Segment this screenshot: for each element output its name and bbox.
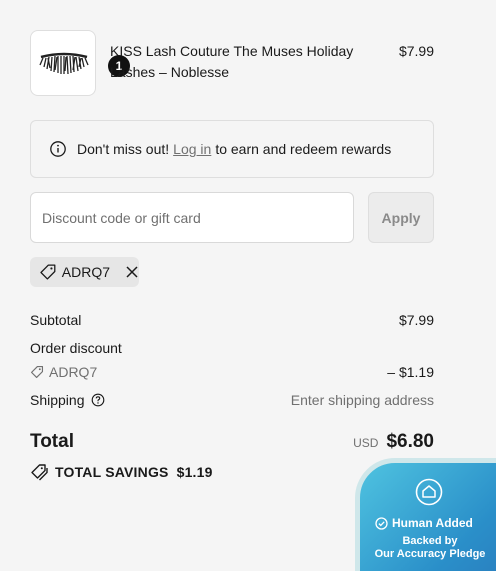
total-label: Total	[30, 431, 74, 452]
login-link[interactable]: Log in	[173, 141, 211, 157]
savings-value: $1.19	[176, 464, 213, 480]
accuracy-pledge-badge[interactable]: Human Added Backed by Our Accuracy Pledg…	[355, 458, 496, 571]
total-row: USD $6.80	[353, 431, 434, 453]
savings-label: TOTAL SAVINGS	[55, 464, 169, 480]
subtotal-label: Subtotal	[30, 312, 82, 328]
shipping-row: Shipping Enter shipping address	[30, 392, 434, 408]
product-name: KISS Lash Couture The Muses Holiday Lash…	[110, 43, 354, 80]
applied-code-label: ADRQ7	[61, 264, 110, 280]
rewards-text-before: Don't miss out!	[77, 141, 170, 157]
check-circle-icon	[375, 516, 388, 530]
house-icon	[415, 478, 443, 506]
tag-icon	[40, 264, 56, 280]
tags-icon	[31, 464, 48, 481]
shipping-label: Shipping	[30, 392, 85, 408]
eyelash-icon	[39, 52, 89, 75]
pledge-line-2: Our Accuracy Pledge	[374, 548, 486, 560]
discount-code-label: ADRQ7	[49, 364, 98, 380]
pledge-line-1: Backed by	[402, 535, 458, 547]
order-discount-row: Order discount	[30, 340, 434, 356]
product-price: $7.99	[398, 43, 434, 59]
shipping-value: Enter shipping address	[290, 392, 434, 408]
order-discount-label: Order discount	[30, 340, 122, 356]
subtotal-row: Subtotal $7.99	[30, 312, 434, 328]
subtotal-value: $7.99	[398, 312, 434, 328]
discount-value: – $1.19	[387, 364, 434, 380]
apply-button[interactable]: Apply	[368, 192, 434, 243]
rewards-banner: Don't miss out! Log in to earn and redee…	[30, 120, 434, 178]
remove-discount-button[interactable]	[125, 265, 139, 279]
close-icon	[126, 266, 138, 278]
pledge-subtitle: Backed by Our Accuracy Pledge	[360, 535, 496, 561]
total-amount: $6.80	[386, 431, 434, 452]
product-thumbnail	[30, 30, 96, 96]
total-savings: TOTAL SAVINGS $1.19	[30, 463, 213, 481]
help-icon[interactable]	[91, 393, 105, 407]
info-icon	[50, 141, 66, 157]
pledge-title-row: Human Added	[375, 516, 473, 530]
tag-icon	[30, 365, 44, 379]
rewards-text-after: to earn and redeem rewards	[215, 141, 392, 157]
cart-line-item: 1 KISS Lash Couture The Muses Holiday La…	[30, 30, 434, 96]
discount-code-input[interactable]	[30, 192, 354, 243]
discount-code-row: ADRQ7 – $1.19	[30, 364, 434, 380]
currency-code: USD	[353, 436, 379, 450]
pledge-title: Human Added	[392, 516, 473, 530]
applied-discount-tag: ADRQ7	[30, 257, 139, 287]
